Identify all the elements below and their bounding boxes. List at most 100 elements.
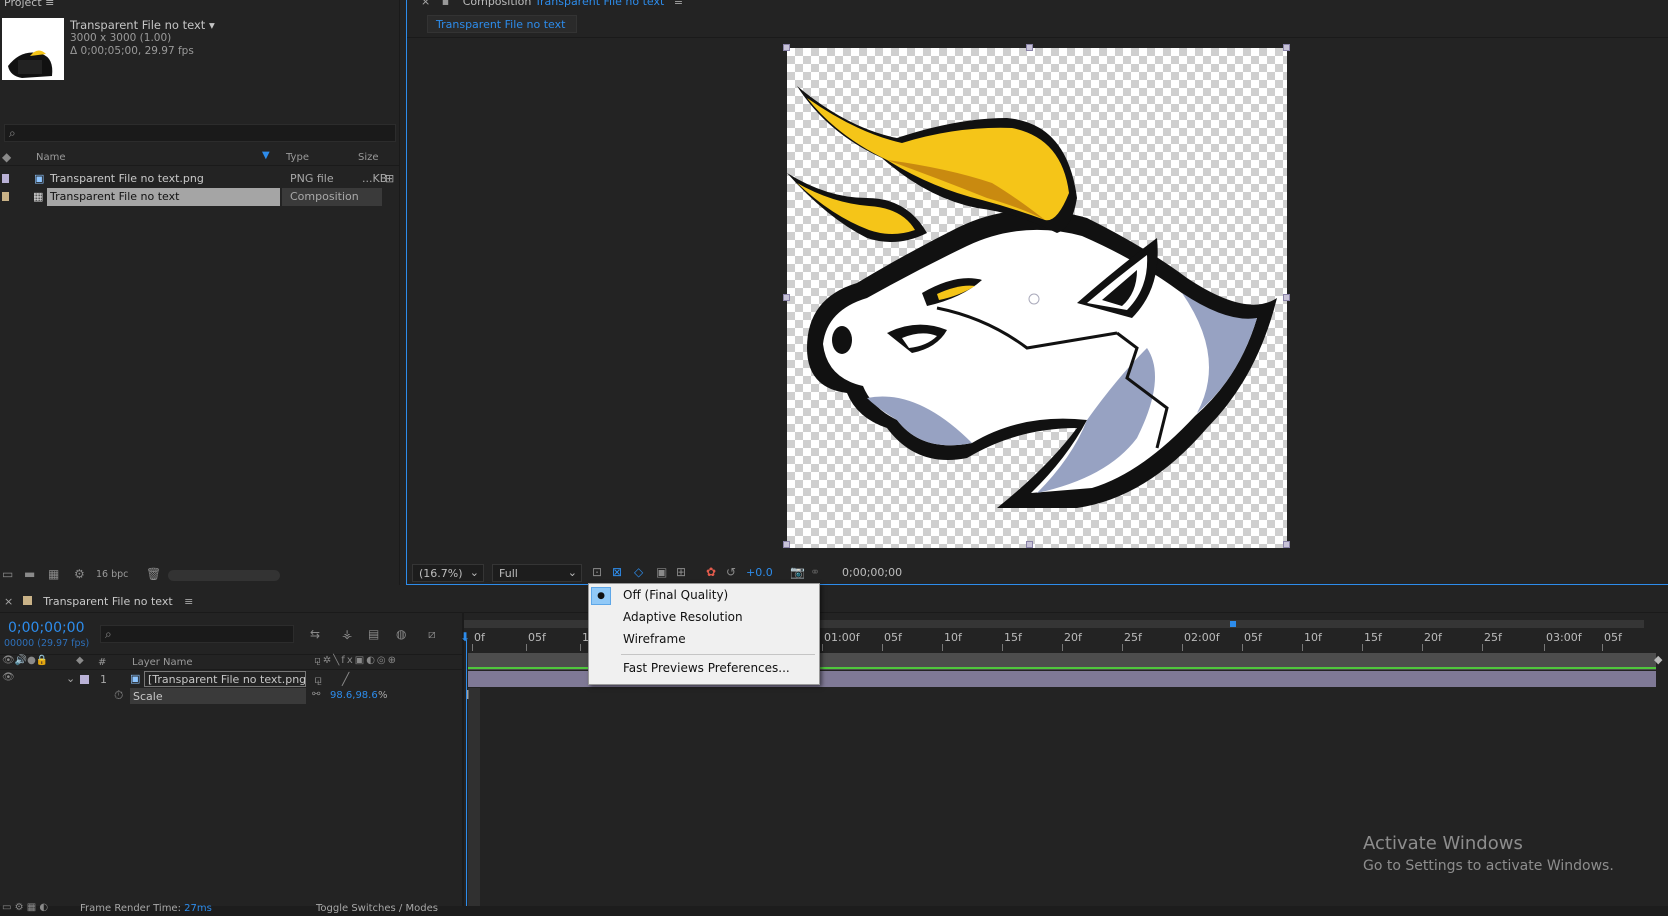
expand-chevron-icon[interactable]: ⌄ xyxy=(66,672,75,685)
draft-3d-icon[interactable]: ⚶ xyxy=(342,627,352,641)
new-composition-icon[interactable]: ▦ xyxy=(48,567,59,581)
ruler-tick-label: 01:00f xyxy=(824,631,860,644)
reset-exposure-icon[interactable]: ↺ xyxy=(726,565,736,579)
transform-handle[interactable] xyxy=(1026,44,1033,51)
column-type[interactable]: Type xyxy=(286,152,309,163)
tab-composition[interactable]: Transparent File no text xyxy=(427,15,577,33)
label-tag-icon[interactable]: ◆ xyxy=(76,655,84,666)
current-time-display[interactable]: 0;00;00;00 xyxy=(8,620,85,636)
ruler-tick-label: 15f xyxy=(1004,631,1022,644)
close-icon[interactable]: × xyxy=(421,0,430,8)
quality-switch-icon[interactable]: ╱ xyxy=(342,672,349,686)
transform-handle[interactable] xyxy=(1283,294,1290,301)
bull-thumbnail-icon xyxy=(2,18,64,80)
project-column-header: ◆ Name ▼ Type Size xyxy=(0,150,400,166)
current-time-indicator[interactable] xyxy=(466,640,467,908)
timeline-search-input[interactable]: ⌕ xyxy=(100,625,294,643)
transparency-grid-icon[interactable]: ⊠ xyxy=(612,565,622,579)
ruler-tick-label: 25f xyxy=(1124,631,1142,644)
timeline-tab[interactable]: × Transparent File no text ≡ xyxy=(4,595,193,608)
toggle-switches-modes[interactable]: Toggle Switches / Modes xyxy=(316,903,438,914)
interpret-footage-icon[interactable]: ▭ xyxy=(2,567,13,581)
sort-arrow-icon[interactable]: ▼ xyxy=(262,150,270,161)
layer-name-field[interactable]: [Transparent File no text.png] xyxy=(144,671,306,687)
layer-column-header: 👁🔊●🔒 ◆ # Layer Name ⚼✲╲fx▣◐◎⊕ xyxy=(0,654,462,670)
snapshot-icon[interactable]: 📷 xyxy=(790,565,805,579)
delete-icon[interactable]: 🗑 xyxy=(146,567,161,581)
switches-icon[interactable]: ⚼✲╲fx▣◐◎⊕ xyxy=(314,655,398,666)
color-management-icon[interactable]: ✿ xyxy=(706,565,716,579)
menu-item-adaptive-resolution[interactable]: Adaptive Resolution xyxy=(623,610,743,624)
hierarchy-icon: ⊞ xyxy=(385,172,395,185)
bpc-toggle[interactable]: 16 bpc xyxy=(96,569,128,580)
transform-handle[interactable] xyxy=(783,44,790,51)
scale-unit: % xyxy=(378,690,388,701)
project-item-comp[interactable]: Transparent File no text ▦ Composition xyxy=(0,188,400,206)
scale-value[interactable]: 98.6,98.6 xyxy=(330,690,378,701)
column-layer-name[interactable]: Layer Name xyxy=(132,657,193,668)
mask-visibility-icon[interactable]: ◇ xyxy=(634,565,643,579)
playhead-icon[interactable]: ⬇ xyxy=(460,630,470,644)
label-tag-icon[interactable]: ◆ xyxy=(2,150,11,164)
ruler-tick xyxy=(1242,644,1243,651)
project-search-input[interactable]: ⌕ xyxy=(4,124,396,142)
layer-label-swatch[interactable] xyxy=(80,675,89,684)
fast-previews-icon[interactable]: ⊞ xyxy=(676,565,686,579)
timeline-divider[interactable] xyxy=(462,612,464,916)
timeline-end-marker-icon[interactable]: ◆ xyxy=(1654,653,1662,666)
composition-panel-title[interactable]: × ▪ Composition Transparent File no text… xyxy=(421,0,683,8)
new-folder-icon[interactable]: ▬ xyxy=(24,567,35,581)
visibility-eye-icon[interactable]: 👁 xyxy=(2,672,15,683)
hide-shy-icon[interactable]: ▤ xyxy=(368,627,379,641)
bull-artwork xyxy=(787,86,1277,508)
transform-handle[interactable] xyxy=(1283,541,1290,548)
menu-item-fast-previews-preferences[interactable]: Fast Previews Preferences... xyxy=(623,661,790,675)
menu-item-wireframe[interactable]: Wireframe xyxy=(623,632,686,646)
transform-handle[interactable] xyxy=(783,294,790,301)
ruler-tick xyxy=(1602,644,1603,651)
label-swatch xyxy=(2,174,9,183)
project-panel: Project ≡ Transparent File no text ▾ 300… xyxy=(0,0,400,585)
ruler-tick-label: 20f xyxy=(1424,631,1442,644)
exposure-value[interactable]: +0.0 xyxy=(746,566,773,579)
transform-handle[interactable] xyxy=(1283,44,1290,51)
transform-handle[interactable] xyxy=(783,541,790,548)
thumbnail-scrollbar[interactable] xyxy=(168,570,280,581)
project-item-name[interactable]: Transparent File no text ▾ xyxy=(70,18,215,32)
composition-canvas[interactable] xyxy=(787,48,1287,548)
ruler-tick-label: 25f xyxy=(1484,631,1502,644)
column-name[interactable]: Name xyxy=(36,152,66,163)
project-item-dimensions: 3000 x 3000 (1.00) xyxy=(70,32,172,44)
lock-icon[interactable]: ▪ xyxy=(442,0,449,8)
constrain-proportions-icon[interactable]: ⚯ xyxy=(312,689,320,700)
status-icons[interactable]: ▭ ⚙ ▦ ◐ xyxy=(2,902,48,913)
layer-row[interactable]: 👁 ⌄ 1 ▣ [Transparent File no text.png] ⚼… xyxy=(0,671,462,688)
composition-timecode[interactable]: 0;00;00;00 xyxy=(842,566,902,579)
guides-icon[interactable]: ▣ xyxy=(656,565,667,579)
menu-item-off-final-quality[interactable]: Off (Final Quality) xyxy=(623,588,728,602)
graph-editor-icon[interactable]: ⧄ xyxy=(428,627,436,642)
activate-windows-title: Activate Windows xyxy=(1363,833,1523,854)
ruler-tick xyxy=(1122,644,1123,651)
shy-switch-icon[interactable]: ⚼ xyxy=(314,672,322,687)
comp-flowchart-icon[interactable]: ⇆ xyxy=(310,627,320,641)
resolution-dropdown[interactable]: Full ⌄ xyxy=(492,564,582,582)
ruler-tick-label: 15f xyxy=(1364,631,1382,644)
close-icon[interactable]: × xyxy=(4,595,13,608)
property-row-scale[interactable]: ⏱ Scale ⚯ 98.6,98.6 % xyxy=(0,688,462,705)
column-size[interactable]: Size xyxy=(358,152,379,163)
transform-handle[interactable] xyxy=(1026,541,1033,548)
activate-windows-subtitle: Go to Settings to activate Windows. xyxy=(1363,858,1614,874)
av-switches-icon[interactable]: 👁🔊●🔒 xyxy=(2,655,48,666)
ruler-tick xyxy=(942,644,943,651)
frame-blending-icon[interactable]: ◍ xyxy=(396,627,406,641)
work-area-end-handle[interactable] xyxy=(1230,621,1236,627)
project-panel-title[interactable]: Project ≡ xyxy=(4,0,54,9)
project-settings-icon[interactable]: ⚙ xyxy=(74,567,85,581)
show-snapshot-icon[interactable]: ⚭ xyxy=(810,565,820,579)
project-item-png[interactable]: ▣ Transparent File no text.png PNG file … xyxy=(0,170,400,188)
ruler-tick-label: 05f xyxy=(884,631,902,644)
region-of-interest-icon[interactable]: ⊡ xyxy=(592,565,602,579)
stopwatch-icon[interactable]: ⏱ xyxy=(114,688,123,703)
magnification-dropdown[interactable]: (16.7%) ⌄ xyxy=(412,564,484,582)
